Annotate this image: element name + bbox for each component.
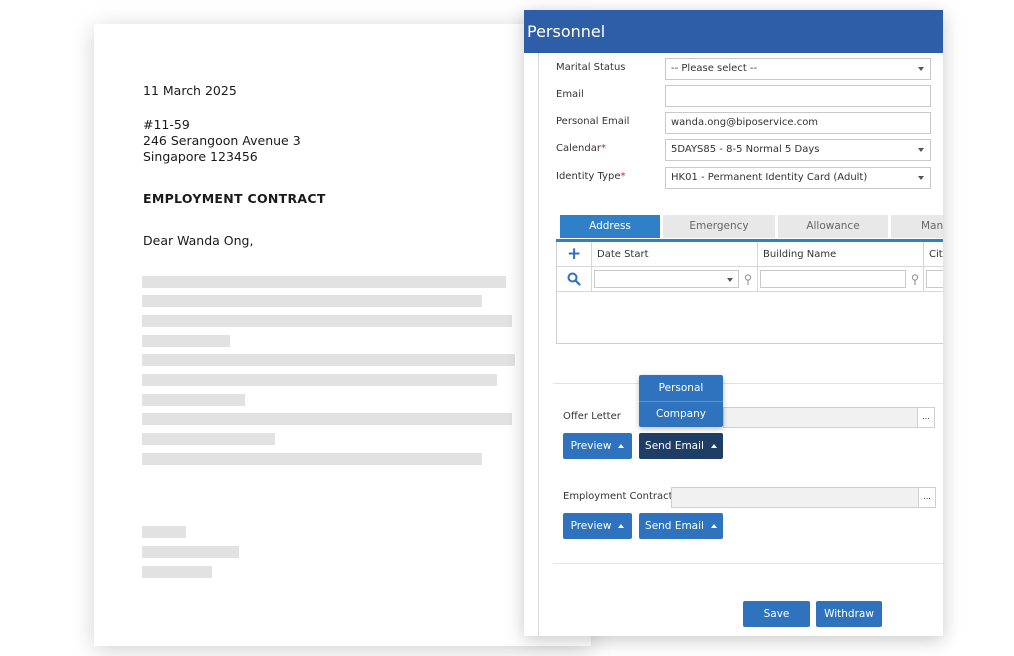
section-divider [553, 383, 943, 384]
detail-tabs: Address Emergency Allowance Man [560, 215, 943, 239]
filter-date-start-cell [592, 267, 758, 292]
redacted-text-line [142, 295, 482, 307]
send-email-menu: Personal Company [639, 375, 723, 427]
redacted-text-line [142, 413, 512, 425]
letter-document: 11 March 2025 #11-59 246 Serangoon Avenu… [94, 24, 591, 646]
marital-status-select[interactable]: -- Please select -- [665, 58, 931, 80]
required-marker: * [620, 171, 626, 182]
identity-type-label: Identity Type* [556, 171, 625, 182]
marital-status-value: -- Please select -- [671, 63, 758, 74]
marital-status-label: Marital Status [556, 62, 626, 73]
redacted-text-line [142, 453, 482, 465]
column-city[interactable]: City [924, 242, 943, 267]
withdraw-button[interactable]: Withdraw [816, 601, 882, 627]
preview-label: Preview [570, 440, 612, 452]
identity-type-label-text: Identity Type [556, 171, 621, 182]
filter-city-input[interactable] [926, 270, 943, 288]
tab-emergency[interactable]: Emergency [663, 215, 776, 238]
send-email-label: Send Email [645, 440, 704, 452]
redacted-text-line [142, 315, 512, 327]
redacted-text-line [142, 335, 230, 347]
filter-pin-icon[interactable] [911, 274, 919, 286]
redacted-signature-line [142, 546, 239, 558]
tab-man[interactable]: Man [891, 215, 943, 238]
panel-body: Marital Status -- Please select -- Email… [538, 53, 943, 636]
letter-address-line3: Singapore 123456 [143, 149, 258, 164]
calendar-label: Calendar* [556, 143, 606, 154]
email-field[interactable] [665, 85, 931, 107]
identity-type-select[interactable]: HK01 - Permanent Identity Card (Adult) [665, 167, 931, 189]
tab-allowance[interactable]: Allowance [778, 215, 889, 238]
column-building-name[interactable]: Building Name [758, 242, 924, 267]
send-email-label: Send Email [645, 520, 704, 532]
calendar-select[interactable]: 5DAYS85 - 8-5 Normal 5 Days [665, 139, 931, 161]
chevron-up-icon [710, 444, 717, 448]
employment-contract-preview-button[interactable]: Preview [563, 513, 632, 539]
chevron-up-icon [618, 444, 625, 448]
chevron-up-icon [618, 524, 625, 528]
email-label: Email [556, 89, 584, 100]
filter-city-cell [924, 267, 943, 292]
save-button[interactable]: Save [743, 601, 810, 627]
column-date-start[interactable]: Date Start [592, 242, 758, 267]
chevron-up-icon [710, 524, 717, 528]
preview-label: Preview [570, 520, 612, 532]
offer-letter-preview-button[interactable]: Preview [563, 433, 632, 459]
filter-pin-icon[interactable] [744, 274, 752, 286]
redacted-text-line [142, 394, 245, 406]
filter-building-name-cell [758, 267, 924, 292]
letter-date: 11 March 2025 [143, 83, 237, 98]
letter-title: EMPLOYMENT CONTRACT [143, 191, 326, 206]
redacted-text-line [142, 276, 506, 288]
required-marker: * [600, 143, 606, 154]
calendar-label-text: Calendar [556, 143, 601, 154]
redacted-text-line [142, 354, 515, 366]
redacted-signature-line [142, 566, 212, 578]
add-row-icon[interactable]: + [567, 246, 581, 263]
calendar-value: 5DAYS85 - 8-5 Normal 5 Days [671, 144, 820, 155]
section-divider [553, 563, 943, 564]
letter-address-line2: 246 Serangoon Avenue 3 [143, 133, 301, 148]
employment-contract-label: Employment Contract [563, 491, 673, 502]
redacted-text-line [142, 433, 275, 445]
employment-contract-send-email-button[interactable]: Send Email [639, 513, 723, 539]
offer-letter-label: Offer Letter [563, 411, 621, 422]
chevron-down-icon [727, 278, 733, 282]
browse-button[interactable]: ... [917, 408, 934, 427]
personal-email-label: Personal Email [556, 116, 630, 127]
address-grid: + Date Start Building Name City [556, 242, 943, 344]
chevron-down-icon [918, 148, 924, 152]
filter-date-start-input[interactable] [594, 270, 739, 288]
personal-email-field[interactable]: wanda.ong@biposervice.com [665, 112, 931, 134]
identity-type-value: HK01 - Permanent Identity Card (Adult) [671, 172, 868, 183]
grid-add-cell: + [557, 242, 592, 267]
personal-email-value: wanda.ong@biposervice.com [671, 117, 819, 128]
redacted-signature-line [142, 526, 186, 538]
letter-address-line1: #11-59 [143, 117, 190, 132]
offer-letter-send-email-button[interactable]: Send Email [639, 433, 723, 459]
letter-salutation: Dear Wanda Ong, [143, 233, 254, 248]
browse-button[interactable]: ... [918, 488, 935, 507]
menu-item-company[interactable]: Company [639, 401, 723, 427]
chevron-down-icon [918, 176, 924, 180]
menu-item-personal[interactable]: Personal [639, 375, 723, 401]
chevron-down-icon [918, 67, 924, 71]
grid-search-cell [557, 267, 592, 292]
employment-contract-file-field[interactable]: ... [671, 487, 936, 508]
tab-address[interactable]: Address [560, 215, 661, 238]
screenshot-stage: 11 March 2025 #11-59 246 Serangoon Avenu… [0, 0, 1014, 656]
redacted-text-line [142, 374, 497, 386]
filter-building-name-input[interactable] [760, 270, 906, 288]
personnel-panel: Personnel Marital Status -- Please selec… [524, 10, 943, 636]
offer-letter-file-field[interactable]: ... [723, 407, 935, 428]
panel-title: Personnel [524, 10, 943, 53]
search-icon[interactable] [567, 272, 581, 286]
